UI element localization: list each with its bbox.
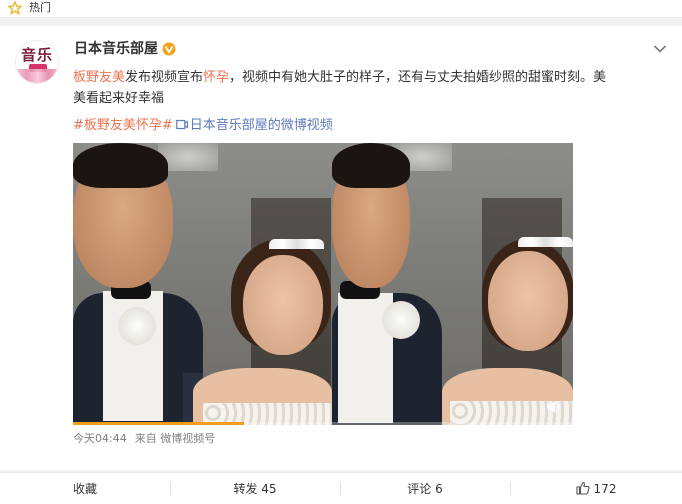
post-text-segment: 发布视频宣布 xyxy=(125,70,204,85)
video-progress-bar[interactable] xyxy=(73,422,573,425)
like-count: 172 xyxy=(593,482,617,496)
video-link[interactable]: 日本音乐部屋的微博视频 xyxy=(190,118,333,133)
comment-label: 评论 6 xyxy=(407,482,443,496)
repost-button[interactable]: 转发 45 xyxy=(170,473,340,504)
keyword-link[interactable]: 怀孕 xyxy=(203,70,229,85)
post-text-segment: ，视频中有她大肚子的样子，还有与丈夫拍婚纱照的甜蜜时刻。美 xyxy=(229,70,607,85)
post-tags: #板野友美怀孕# 日本音乐部屋的微博视频 xyxy=(73,117,333,134)
comment-button[interactable]: 评论 6 xyxy=(340,473,510,504)
keyword-link[interactable]: 板野友美 xyxy=(73,70,125,85)
avatar-text: 音乐 xyxy=(21,46,54,64)
video-player[interactable] xyxy=(73,143,573,425)
post-text: 板野友美发布视频宣布怀孕，视频中有她大肚子的样子，还有与丈夫拍婚纱照的甜蜜时刻。… xyxy=(73,67,663,109)
hot-section-header: 热门 xyxy=(0,0,682,18)
video-frame-left xyxy=(73,143,332,425)
topic-tag[interactable]: #板野友美怀孕# xyxy=(73,118,173,133)
avatar-blossom-decoration xyxy=(16,69,58,83)
video-icon xyxy=(175,119,188,130)
favorite-button[interactable]: 收藏 xyxy=(0,473,170,504)
post-source[interactable]: 来自 微博视频号 xyxy=(135,432,216,445)
vip-badge-icon xyxy=(162,42,176,56)
star-icon xyxy=(8,1,22,15)
hot-label: 热门 xyxy=(29,1,51,14)
post-text-line2: 美看起来好幸福 xyxy=(73,91,165,106)
post-meta: 今天04:44 来自 微博视频号 xyxy=(73,432,215,446)
speaker-icon[interactable] xyxy=(545,399,565,415)
repost-label: 转发 45 xyxy=(233,482,277,496)
chevron-down-icon[interactable] xyxy=(653,44,667,54)
thumbs-up-icon xyxy=(575,481,590,495)
action-bar: 收藏 转发 45 评论 6 172 xyxy=(0,472,682,504)
favorite-label: 收藏 xyxy=(72,482,97,496)
weibo-post-card: 音乐 日本音乐部屋 板野友美发布视频宣布怀孕，视频中有她大肚子的样子，还有与丈夫… xyxy=(0,26,682,470)
avatar[interactable]: 音乐 xyxy=(15,40,59,84)
weibo-page: 热门 音乐 日本音乐部屋 板野友美发布视频宣布怀孕，视频中有她大肚子的样子，还有… xyxy=(0,0,682,504)
author-name[interactable]: 日本音乐部屋 xyxy=(74,40,158,58)
video-frame-right xyxy=(332,143,573,425)
like-button[interactable]: 172 xyxy=(510,473,682,504)
video-progress-fill xyxy=(73,422,244,425)
post-time[interactable]: 今天04:44 xyxy=(73,432,127,445)
